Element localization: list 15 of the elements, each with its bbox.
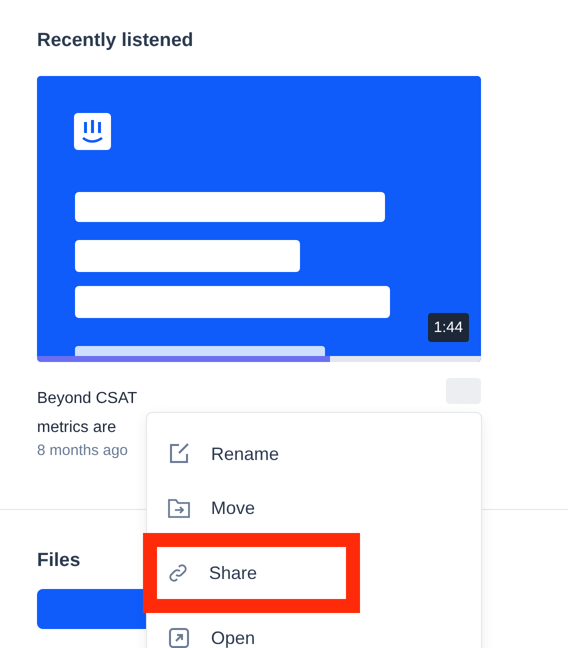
section-heading: Recently listened [37, 30, 194, 52]
episode-title: metrics are [37, 418, 118, 438]
menu-item[interactable]: Rename [147, 427, 481, 481]
menu-item[interactable]: Open [147, 611, 481, 648]
external-link-icon [167, 626, 191, 648]
link-icon [167, 562, 189, 584]
duration-label: 1:44 [428, 313, 469, 342]
menu-item[interactable]: Move [147, 481, 481, 535]
timestamp: 8 months ago [37, 442, 129, 459]
edit-icon [167, 442, 191, 466]
episode-title: Beyond CSAT [37, 389, 138, 409]
menu-item[interactable]: Share [147, 535, 481, 611]
section-heading: Files [37, 550, 82, 572]
thumbnail-card[interactable]: 1:44 [37, 76, 481, 362]
folder-arrow-icon [167, 497, 191, 519]
